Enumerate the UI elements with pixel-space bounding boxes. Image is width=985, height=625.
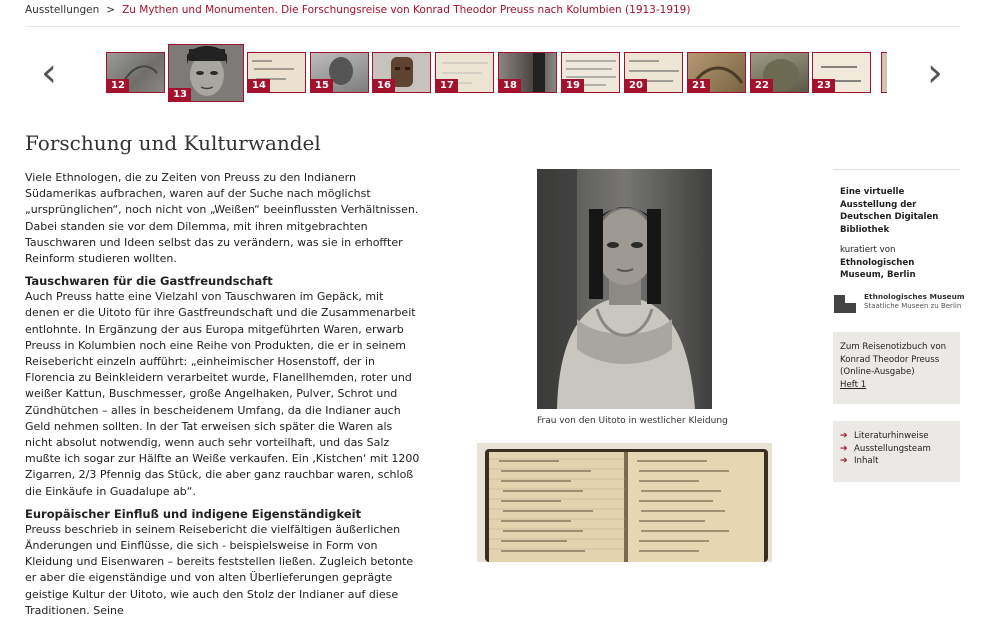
gallery-prev-button[interactable]: ‹ — [36, 53, 62, 93]
exhibition-info-title: Eine virtuelle Ausstellung der Deutschen… — [840, 187, 939, 235]
article-paragraph: Preuss beschrieb in seinem Reisebericht … — [25, 522, 414, 617]
notebook-text: Zum Reisenotizbuch von Konrad Theodor Pr… — [840, 342, 947, 377]
thumb-number: 20 — [625, 79, 647, 92]
gallery-thumb[interactable]: 22 — [750, 52, 809, 93]
portrait-image — [537, 169, 712, 409]
gallery-thumb[interactable]: 15 — [310, 52, 369, 93]
gallery-thumb-active[interactable]: 13 — [168, 44, 244, 102]
article-paragraph: Auch Preuss hatte eine Vielzahl von Taus… — [25, 290, 420, 498]
section-heading: Europäischer Einfluß und indigene Eigens… — [25, 506, 362, 521]
page-title: Forschung und Kulturwandel — [25, 131, 321, 155]
notebook-image — [477, 443, 772, 562]
sidebar-link-inhalt[interactable]: ➔ Inhalt — [840, 455, 953, 468]
sidebar-link-label: Ausstellungsteam — [854, 443, 931, 454]
gallery-thumb[interactable]: 19 — [561, 52, 620, 93]
thumb-number: 17 — [436, 79, 458, 92]
chevron-right-icon: › — [927, 50, 943, 96]
arrow-right-icon: ➔ — [840, 443, 848, 454]
museum-logo-subtitle: Staatliche Museen zu Berlin — [864, 302, 962, 310]
notebook-box: Zum Reisenotizbuch von Konrad Theodor Pr… — [833, 332, 960, 404]
arrow-right-icon: ➔ — [840, 431, 848, 441]
thumb-number: 19 — [562, 79, 584, 92]
breadcrumb: Ausstellungen > Zu Mythen und Monumenten. … — [25, 4, 690, 16]
gallery-next-button[interactable]: › — [922, 53, 948, 93]
exhibition-info: Eine virtuelle Ausstellung der Deutschen… — [840, 186, 960, 282]
thumb-number: 23 — [813, 79, 835, 92]
curated-label: kuratiert von — [840, 245, 896, 255]
sidebar-link-literatur[interactable]: ➔ Literaturhinweise — [840, 430, 953, 443]
gallery-thumb[interactable]: 14 — [247, 52, 306, 93]
thumb-number: 16 — [373, 79, 395, 92]
gallery-thumb[interactable]: 16 — [372, 52, 431, 93]
gallery-thumb-partial[interactable] — [881, 52, 887, 93]
gallery-thumb[interactable]: 17 — [435, 52, 494, 93]
portrait-photo[interactable] — [537, 169, 712, 409]
museum-logo[interactable]: Ethnologisches Museum Staatliche Museen … — [833, 291, 965, 315]
notebook-link[interactable]: Heft 1 — [840, 380, 866, 390]
breadcrumb-separator: > — [106, 4, 116, 16]
gallery-thumb[interactable]: 18 — [498, 52, 557, 93]
thumb-number: 12 — [107, 79, 129, 92]
sidebar-link-team[interactable]: ➔ Ausstellungsteam — [840, 443, 953, 456]
arrow-right-icon: ➔ — [840, 456, 848, 467]
thumb-number: 15 — [311, 79, 333, 92]
thumb-number: 22 — [751, 79, 773, 92]
gallery-thumb[interactable]: 20 — [624, 52, 683, 93]
gallery-thumb[interactable]: 21 — [687, 52, 746, 93]
thumb-number: 21 — [688, 79, 710, 92]
sidebar-link-label: Literaturhinweise — [854, 431, 929, 441]
sidebar-link-label: Inhalt — [854, 456, 879, 467]
article-body: Viele Ethnologen, die zu Zeiten von Preu… — [25, 170, 420, 625]
chevron-left-icon: ‹ — [41, 50, 57, 96]
sidebar-divider — [833, 169, 960, 170]
header-divider — [25, 26, 960, 27]
article-intro: Viele Ethnologen, die zu Zeiten von Preu… — [25, 171, 419, 266]
thumb-number: 18 — [499, 79, 521, 92]
gallery-thumb[interactable]: 23 — [812, 52, 871, 93]
section-heading: Tauschwaren für die Gastfreundschaft — [25, 274, 273, 289]
museum-logo-title: Ethnologisches Museum — [864, 292, 965, 301]
notebook-photo[interactable] — [477, 443, 772, 562]
sidebar-links: ➔ Literaturhinweise ➔ Ausstellungsteam ➔ In… — [833, 421, 960, 482]
breadcrumb-current-link[interactable]: Zu Mythen und Monumenten. Die Forschungs… — [122, 4, 690, 16]
photo-caption: Frau von den Uitoto in westlicher Kleidu… — [537, 416, 728, 426]
museum-logo-icon — [834, 293, 856, 313]
thumb-number: 13 — [169, 88, 191, 101]
gallery-thumb[interactable]: 12 — [106, 52, 165, 93]
thumb-number: 14 — [248, 79, 270, 92]
curator-name: Ethnologischen Museum, Berlin — [840, 257, 916, 281]
breadcrumb-root-link[interactable]: Ausstellungen — [25, 4, 99, 16]
